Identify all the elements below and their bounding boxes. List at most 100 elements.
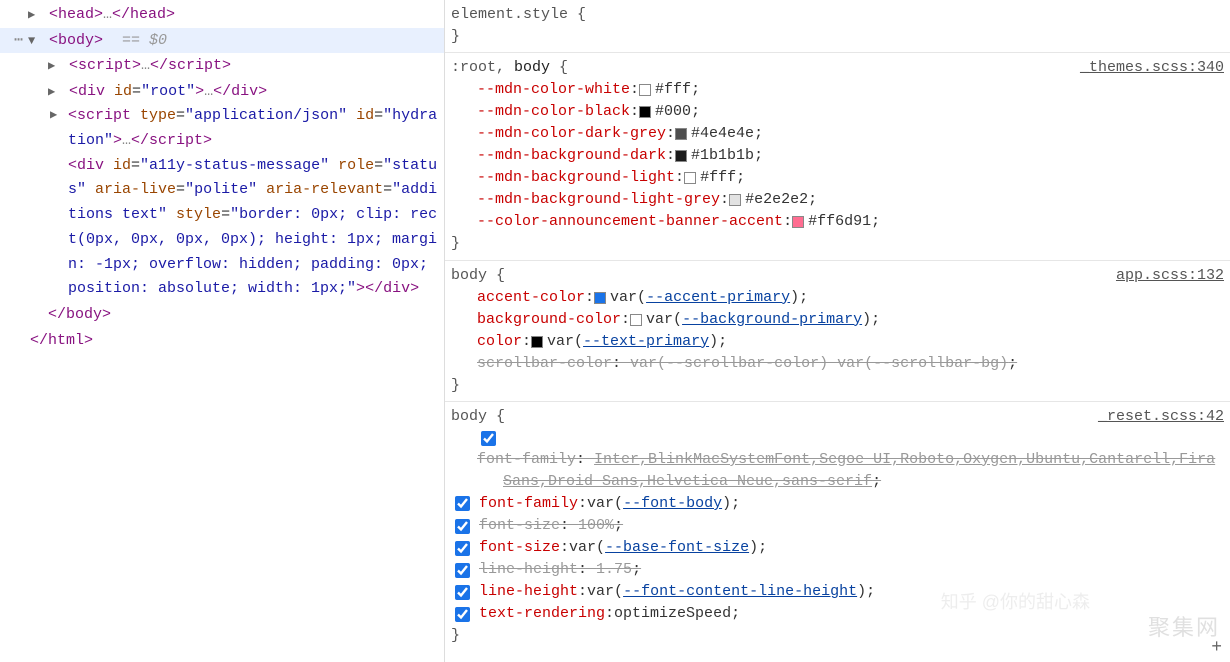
overflow-menu-icon[interactable]: ⋯: [14, 28, 22, 54]
property-name[interactable]: --mdn-background-light-grey: [477, 189, 720, 211]
source-link[interactable]: app.scss:132: [1116, 265, 1224, 287]
property-value[interactable]: var(--scrollbar-color) var(--scrollbar-b…: [630, 355, 1008, 372]
property-toggle-checkbox[interactable]: [455, 496, 470, 511]
selected-hint: == $0: [112, 32, 167, 49]
selector-text[interactable]: :root, body: [451, 59, 550, 76]
property-value[interactable]: #4e4e4e: [691, 123, 754, 145]
property-name[interactable]: background-color: [477, 309, 621, 331]
elements-panel[interactable]: <head>…</head> ⋯ <body> == $0 <script>…<…: [0, 0, 445, 662]
property-toggle-checkbox[interactable]: [455, 585, 470, 600]
color-swatch-icon[interactable]: [639, 84, 651, 96]
property-value[interactable]: #fff: [700, 167, 736, 189]
property-name[interactable]: line-height: [479, 581, 578, 603]
collapse-arrow-icon[interactable]: [28, 31, 40, 51]
property-name[interactable]: --mdn-color-white: [477, 79, 630, 101]
property-name[interactable]: --mdn-color-black: [477, 101, 630, 123]
expand-arrow-icon[interactable]: [48, 82, 60, 102]
property-value[interactable]: #000: [655, 101, 691, 123]
color-swatch-icon[interactable]: [531, 336, 543, 348]
property-name[interactable]: text-rendering: [479, 603, 605, 625]
css-property[interactable]: color: var(--text-primary);: [451, 331, 1224, 353]
color-swatch-icon[interactable]: [684, 172, 696, 184]
property-name[interactable]: --mdn-color-dark-grey: [477, 123, 666, 145]
property-name[interactable]: font-size: [479, 517, 560, 534]
css-property[interactable]: --mdn-background-dark: #1b1b1b;: [451, 145, 1224, 167]
dom-node-body-selected[interactable]: ⋯ <body> == $0: [0, 28, 444, 54]
property-value[interactable]: var(--text-primary): [547, 331, 718, 353]
property-value[interactable]: Inter,BlinkMacSystemFont,Segoe UI,Roboto…: [503, 451, 1215, 490]
dom-node-div-a11y[interactable]: <div id="a11y-status-message" role="stat…: [0, 154, 444, 303]
property-value[interactable]: #1b1b1b: [691, 145, 754, 167]
property-name[interactable]: --mdn-background-dark: [477, 145, 666, 167]
property-name[interactable]: line-height: [479, 561, 578, 578]
style-rule-root[interactable]: _themes.scss:340 :root, body { --mdn-col…: [445, 53, 1230, 260]
dom-node-body-close[interactable]: </body>: [0, 302, 444, 328]
property-toggle-checkbox[interactable]: [481, 431, 496, 446]
color-swatch-icon[interactable]: [630, 314, 642, 326]
property-value[interactable]: 100%: [578, 517, 614, 534]
expand-arrow-icon[interactable]: [50, 106, 62, 126]
styles-panel[interactable]: element.style { } _themes.scss:340 :root…: [445, 0, 1230, 662]
css-property[interactable]: --mdn-color-dark-grey: #4e4e4e;: [451, 123, 1224, 145]
property-value[interactable]: var(--font-body): [587, 493, 731, 515]
dom-node-head[interactable]: <head>…</head>: [0, 2, 444, 28]
style-rule-reset[interactable]: _reset.scss:42 body { font-family: Inter…: [445, 402, 1230, 651]
source-link[interactable]: _reset.scss:42: [1098, 406, 1224, 428]
selector-text[interactable]: body: [451, 408, 487, 425]
style-rule-element[interactable]: element.style { }: [445, 0, 1230, 53]
css-property[interactable]: font-size: 100%;: [451, 515, 1224, 537]
property-value[interactable]: #fff: [655, 79, 691, 101]
css-property[interactable]: font-size: var(--base-font-size);: [451, 537, 1224, 559]
property-name[interactable]: --mdn-background-light: [477, 167, 675, 189]
css-property[interactable]: font-family: Inter,BlinkMacSystemFont,Se…: [451, 428, 1224, 493]
css-property[interactable]: line-height: 1.75;: [451, 559, 1224, 581]
property-name[interactable]: scrollbar-color: [477, 355, 612, 372]
color-swatch-icon[interactable]: [675, 128, 687, 140]
add-rule-button[interactable]: +: [1211, 638, 1222, 658]
css-property[interactable]: --mdn-color-black: #000;: [451, 101, 1224, 123]
css-property[interactable]: background-color: var(--background-prima…: [451, 309, 1224, 331]
property-toggle-checkbox[interactable]: [455, 563, 470, 578]
color-swatch-icon[interactable]: [594, 292, 606, 304]
css-property[interactable]: font-family: var(--font-body);: [451, 493, 1224, 515]
style-rule-app[interactable]: app.scss:132 body { accent-color: var(--…: [445, 261, 1230, 402]
css-property[interactable]: --color-announcement-banner-accent: #ff6…: [451, 211, 1224, 233]
dom-node-div-root[interactable]: <div id="root">…</div>: [0, 79, 444, 105]
css-property[interactable]: --mdn-background-light-grey: #e2e2e2;: [451, 189, 1224, 211]
property-value[interactable]: var(--base-font-size): [569, 537, 758, 559]
selector-text[interactable]: body: [451, 267, 487, 284]
css-property[interactable]: --mdn-background-light: #fff;: [451, 167, 1224, 189]
property-toggle-checkbox[interactable]: [455, 519, 470, 534]
dom-node-script[interactable]: <script>…</script>: [0, 53, 444, 79]
property-toggle-checkbox[interactable]: [455, 541, 470, 556]
property-value[interactable]: var(--background-primary): [646, 309, 871, 331]
expand-arrow-icon[interactable]: [48, 56, 60, 76]
dom-node-script-hydration[interactable]: <script type="application/json" id="hydr…: [0, 104, 444, 154]
property-value[interactable]: optimizeSpeed: [614, 603, 731, 625]
color-swatch-icon[interactable]: [792, 216, 804, 228]
property-value[interactable]: #e2e2e2: [745, 189, 808, 211]
css-property[interactable]: --mdn-color-white: #fff;: [451, 79, 1224, 101]
css-property[interactable]: scrollbar-color: var(--scrollbar-color) …: [451, 353, 1224, 375]
property-name[interactable]: font-family: [479, 493, 578, 515]
expand-arrow-icon[interactable]: [28, 5, 40, 25]
property-value[interactable]: var(--accent-primary): [610, 287, 799, 309]
property-name[interactable]: color: [477, 331, 522, 353]
property-value[interactable]: #ff6d91: [808, 211, 871, 233]
css-property[interactable]: accent-color: var(--accent-primary);: [451, 287, 1224, 309]
color-swatch-icon[interactable]: [639, 106, 651, 118]
property-name[interactable]: accent-color: [477, 287, 585, 309]
selector-text[interactable]: element.style: [451, 6, 568, 23]
property-name[interactable]: font-family: [477, 451, 576, 468]
color-swatch-icon[interactable]: [729, 194, 741, 206]
property-value[interactable]: 1.75: [596, 561, 632, 578]
color-swatch-icon[interactable]: [675, 150, 687, 162]
property-name[interactable]: font-size: [479, 537, 560, 559]
css-property[interactable]: text-rendering: optimizeSpeed;: [451, 603, 1224, 625]
source-link[interactable]: _themes.scss:340: [1080, 57, 1224, 79]
property-value[interactable]: var(--font-content-line-height): [587, 581, 866, 603]
property-name[interactable]: --color-announcement-banner-accent: [477, 211, 783, 233]
dom-node-html-close[interactable]: </html>: [0, 328, 444, 354]
css-property[interactable]: line-height: var(--font-content-line-hei…: [451, 581, 1224, 603]
property-toggle-checkbox[interactable]: [455, 607, 470, 622]
